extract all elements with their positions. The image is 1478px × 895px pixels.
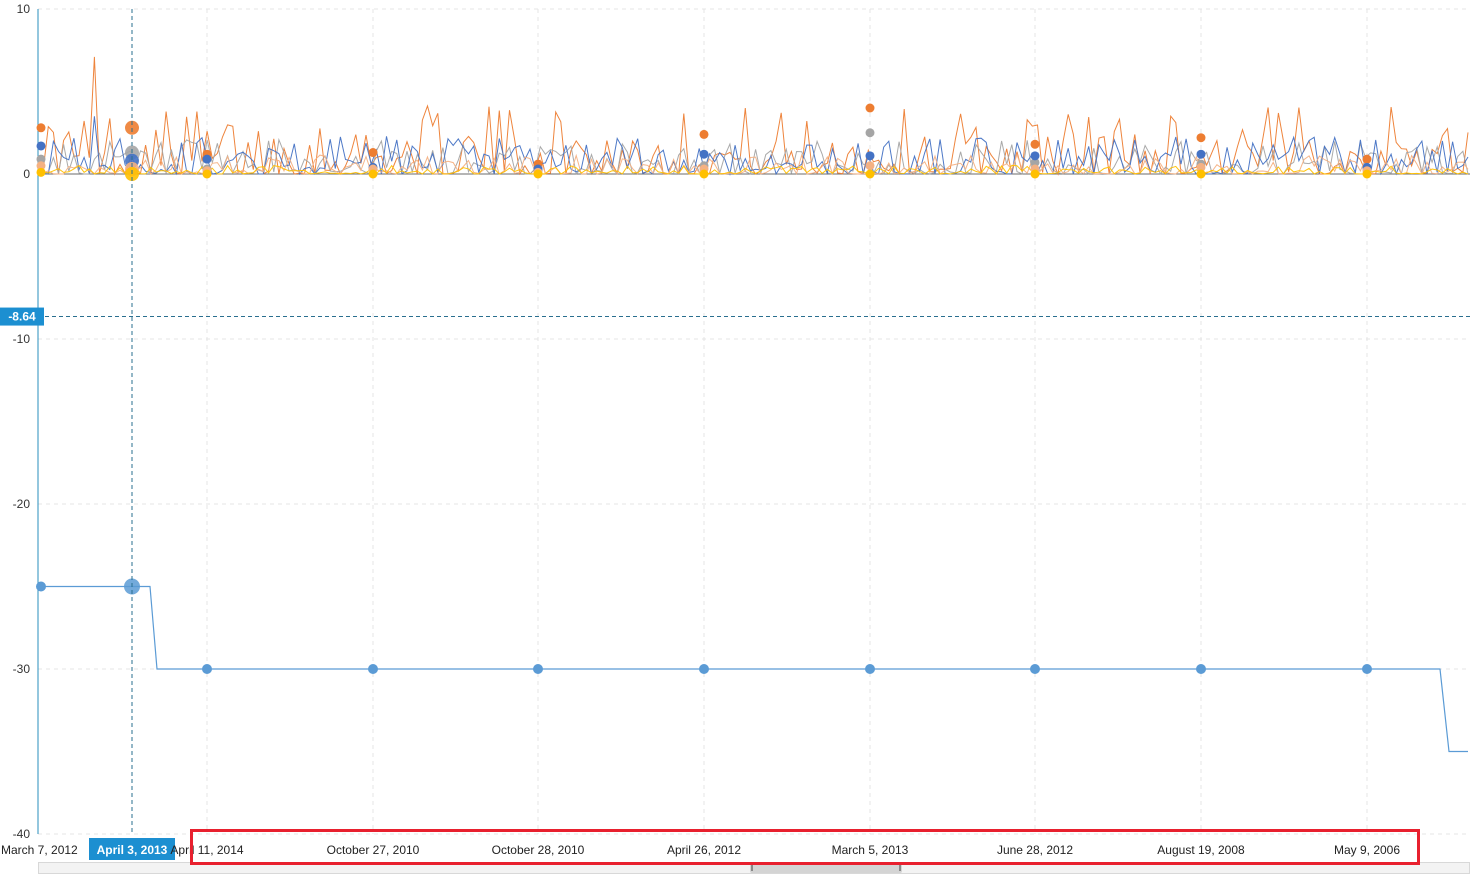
- crosshair-x-label: April 3, 2013: [97, 843, 168, 857]
- y-tick-label: -20: [13, 497, 31, 511]
- y-tick-label: -10: [13, 332, 31, 346]
- series-lines: [37, 56, 1469, 753]
- step-series-point[interactable]: [36, 581, 46, 592]
- series-4-point[interactable]: [1030, 169, 1040, 179]
- series-4-point[interactable]: [368, 169, 378, 179]
- step-series-point[interactable]: [533, 664, 543, 674]
- crosshair-y-label: -8.64: [8, 310, 36, 324]
- y-tick-labels: 10 0 -10 -20 -30 -40: [13, 2, 31, 841]
- series-4-point[interactable]: [202, 169, 212, 179]
- series-0-point[interactable]: [368, 148, 378, 158]
- series-2-point[interactable]: [699, 149, 709, 159]
- x-tick-label: March 7, 2012: [1, 843, 78, 857]
- series-1-point[interactable]: [865, 128, 875, 138]
- y-tick-label: -40: [13, 827, 31, 841]
- series-4-point[interactable]: [1362, 169, 1372, 179]
- series-2-point[interactable]: [202, 154, 212, 164]
- series-0-point[interactable]: [1196, 133, 1206, 143]
- step-series-point[interactable]: [865, 664, 875, 674]
- series-0-point[interactable]: [865, 103, 875, 113]
- series-2-point[interactable]: [1196, 149, 1206, 159]
- series-4-point[interactable]: [699, 169, 709, 179]
- series-2-point[interactable]: [36, 141, 46, 151]
- y-tick-label: 0: [23, 167, 30, 181]
- series-0-point[interactable]: [1030, 139, 1040, 149]
- crosshair: -8.64 April 3, 2013: [0, 9, 1470, 860]
- series-4-point[interactable]: [1196, 169, 1206, 179]
- scrollbar-right-grip[interactable]: [899, 865, 901, 871]
- series-0-line: [37, 56, 1469, 176]
- grid-lines: [38, 8, 1470, 835]
- series-3-point[interactable]: [865, 161, 875, 171]
- series-4-point[interactable]: [533, 169, 543, 179]
- step-series-point[interactable]: [368, 664, 378, 674]
- series-4-point[interactable]: [865, 169, 875, 179]
- step-series-point[interactable]: [1030, 664, 1040, 674]
- axes: [37, 9, 1470, 834]
- step-series-point[interactable]: [202, 664, 212, 674]
- series-2-point[interactable]: [1030, 151, 1040, 161]
- step-series-point[interactable]: [699, 664, 709, 674]
- step-series-point[interactable]: [1362, 664, 1372, 674]
- y-tick-label: -30: [13, 662, 31, 676]
- step-series-line: [38, 585, 1468, 753]
- scrollbar-left-grip[interactable]: [751, 865, 753, 871]
- series-4-point[interactable]: [36, 167, 46, 177]
- series-0-point[interactable]: [1362, 154, 1372, 164]
- step-series-point[interactable]: [1196, 664, 1206, 674]
- line-chart: 10 0 -10 -20 -30 -40 -8.64 April 3, 2013 March…: [0, 2, 1470, 860]
- series-0-point[interactable]: [699, 129, 709, 139]
- x-axis-labels-highlight: [190, 829, 1420, 865]
- y-tick-label: 10: [17, 2, 31, 16]
- series-0-point[interactable]: [36, 123, 46, 133]
- series-2-point[interactable]: [865, 151, 875, 161]
